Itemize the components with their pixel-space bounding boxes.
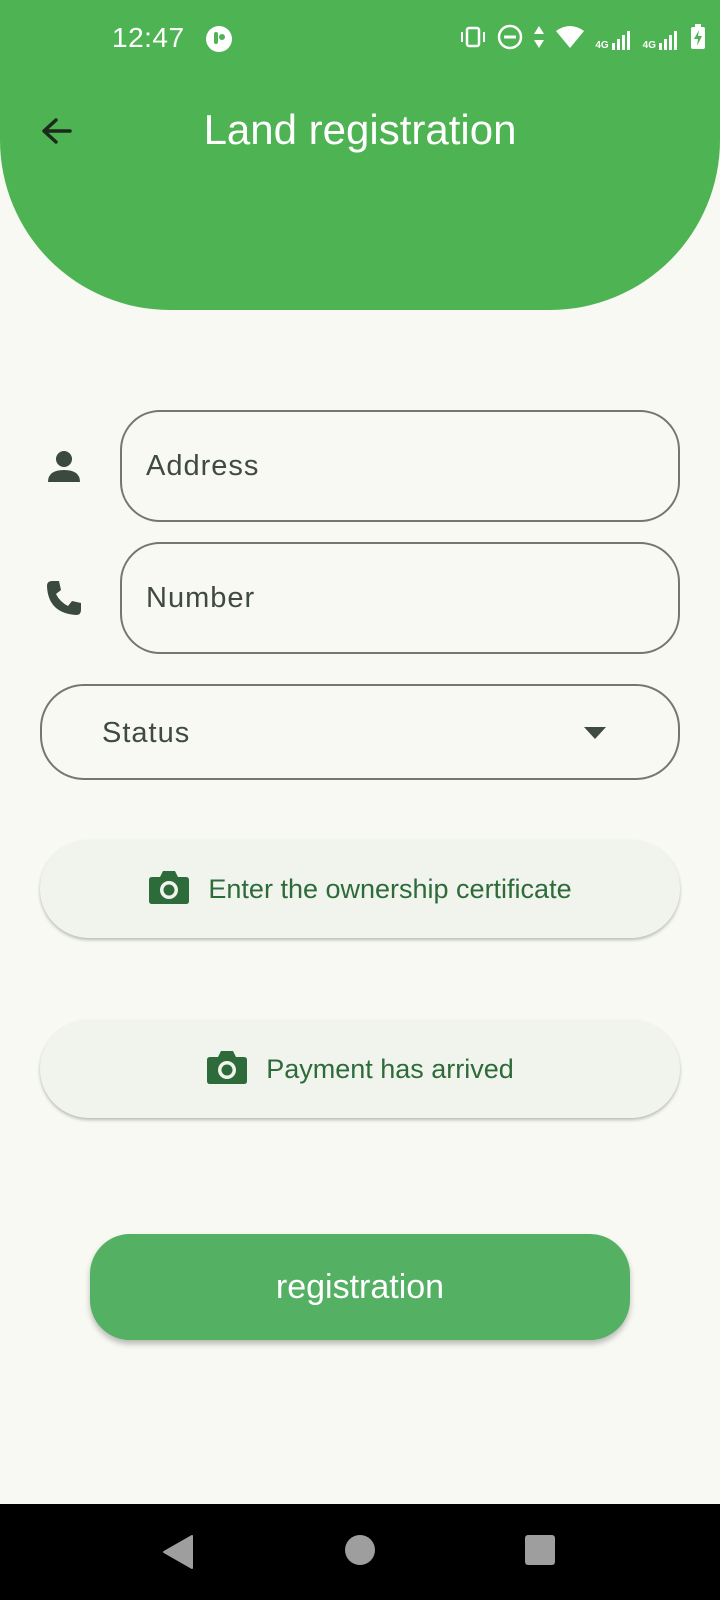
nav-recents-icon[interactable] — [524, 1534, 556, 1571]
net-type-label: 4G — [642, 39, 656, 51]
address-field[interactable] — [120, 410, 680, 522]
app-notification-icon — [205, 25, 233, 58]
registration-button-label: registration — [275, 1267, 445, 1306]
status-time: 12:47 — [112, 22, 185, 53]
dnd-icon — [497, 24, 523, 55]
nav-back-icon[interactable] — [162, 1534, 194, 1575]
page-title: Land registration — [203, 106, 517, 153]
ownership-certificate-label: Enter the ownership certificate — [208, 873, 572, 904]
person-icon — [42, 444, 86, 488]
payment-arrived-label: Payment has arrived — [266, 1053, 514, 1084]
status-icons: 4G 4G — [459, 24, 706, 55]
camera-icon — [206, 1049, 248, 1090]
net-type-label: 4G — [595, 39, 609, 51]
status-dropdown[interactable]: Status — [40, 684, 680, 780]
camera-icon — [148, 869, 190, 910]
navigation-bar — [0, 1504, 720, 1600]
nav-home-icon[interactable] — [344, 1534, 376, 1571]
payment-arrived-button[interactable]: Payment has arrived — [40, 1020, 680, 1118]
battery-charging-icon — [690, 24, 706, 55]
signal-4g-1-icon: 4G — [595, 29, 632, 51]
status-selected-value: Status — [102, 717, 191, 749]
caret-down-icon — [584, 726, 606, 744]
vibrate-icon — [459, 26, 487, 53]
data-arrows-icon — [533, 25, 545, 54]
phone-icon — [42, 576, 86, 620]
registration-button[interactable]: registration — [90, 1234, 630, 1340]
number-field[interactable] — [120, 542, 680, 654]
signal-4g-2-icon: 4G — [643, 29, 680, 51]
wifi-icon — [555, 25, 585, 54]
address-input[interactable] — [122, 412, 678, 520]
ownership-certificate-button[interactable]: Enter the ownership certificate — [40, 840, 680, 938]
number-input[interactable] — [122, 544, 678, 652]
status-bar: 12:47 4G 4G — [0, 0, 720, 80]
